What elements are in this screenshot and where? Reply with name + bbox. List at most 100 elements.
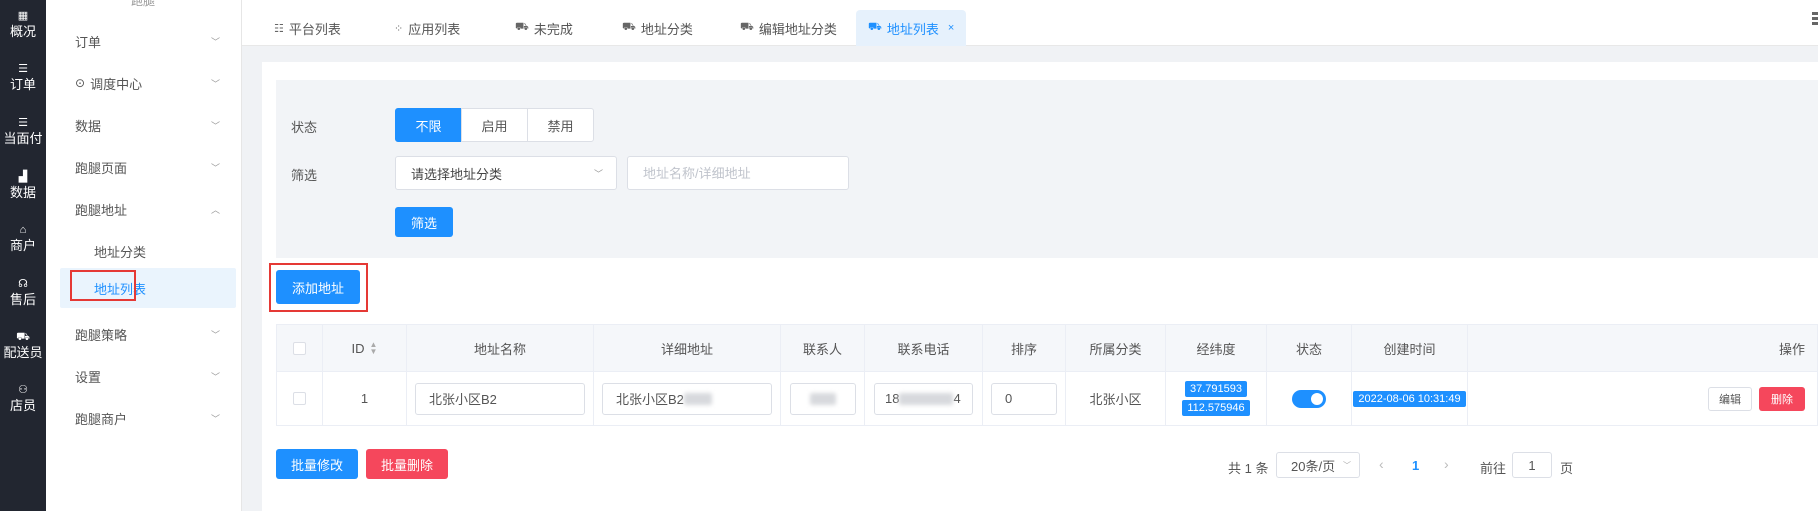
goto-page-input[interactable]: 1 bbox=[1512, 452, 1552, 478]
page-unit: 页 bbox=[1560, 461, 1574, 476]
page-size-select[interactable]: 20条/页 ﹀ bbox=[1276, 452, 1360, 478]
submenu-item-errand-address[interactable]: 跑腿地址 ︿ bbox=[46, 189, 242, 229]
chevron-down-icon: ﹀ bbox=[1343, 460, 1351, 470]
batch-delete-button[interactable]: 批量删除 bbox=[366, 449, 448, 479]
latitude-tag: 37.791593 bbox=[1185, 381, 1247, 397]
chevron-down-icon: ﹀ bbox=[593, 168, 603, 179]
row-coordinates: 37.791593 112.575946 bbox=[1166, 372, 1267, 425]
header-label: 所属分类 bbox=[1089, 341, 1142, 357]
submenu-label: 地址分类 bbox=[94, 244, 147, 260]
submenu-label: 跑腿商户 bbox=[75, 411, 128, 427]
batch-edit-button[interactable]: 批量修改 bbox=[276, 449, 358, 479]
icon-rail: ▦ 概况 ☰ 订单 ☰ 当面付 ▟ 数据 ⌂ 商户 ☊ 售后 ⛟ 配送员 ⚇ 店… bbox=[0, 0, 46, 511]
phone-input[interactable]: 18 4 bbox=[874, 382, 973, 415]
header-contact: 联系人 bbox=[781, 325, 865, 371]
category-select[interactable]: 请选择地址分类 ﹀ bbox=[395, 156, 617, 190]
redacted-text bbox=[899, 392, 954, 405]
header-actions: 操作 bbox=[1468, 325, 1818, 371]
tab-unfinished[interactable]: ⛟ 未完成 bbox=[503, 10, 585, 46]
row-detail: 北张小区B2 bbox=[594, 372, 781, 425]
chevron-down-icon: ﹀ bbox=[210, 36, 220, 47]
header-label: 联系电话 bbox=[897, 341, 950, 357]
address-detail-input[interactable]: 北张小区B2 bbox=[602, 382, 772, 415]
header-coordinates: 经纬度 bbox=[1166, 325, 1267, 371]
current-page[interactable]: 1 bbox=[1412, 458, 1419, 473]
submenu-label: 设置 bbox=[75, 369, 102, 385]
submenu-label: 数据 bbox=[75, 118, 102, 134]
submenu-item-errand-strategy[interactable]: 跑腿策略 ﹀ bbox=[46, 314, 242, 354]
pagination-total: 共 1 条 bbox=[1228, 461, 1269, 476]
submenu-subitem-address-category[interactable]: 地址分类 bbox=[46, 231, 242, 271]
rail-item-orders[interactable]: ☰ 订单 bbox=[0, 63, 46, 93]
prev-page-icon[interactable]: ‹ bbox=[1379, 456, 1384, 472]
scooter-icon: ⛟ bbox=[868, 21, 882, 33]
rail-item-data[interactable]: ▟ 数据 bbox=[0, 171, 46, 201]
filter-button[interactable]: 筛选 bbox=[395, 207, 453, 237]
submenu-label: 调度中心 bbox=[90, 76, 143, 92]
header-id[interactable]: ID ▲ ▼ bbox=[323, 325, 407, 371]
chevron-up-icon: ︿ bbox=[210, 204, 220, 215]
rail-label: 概况 bbox=[9, 24, 36, 39]
submenu: 跑腿 订单 ﹀ ⊙ 调度中心 ﹀ 数据 ﹀ 跑腿页面 ﹀ 跑腿地址 ︿ 地址分类… bbox=[46, 0, 242, 511]
rail-item-courier[interactable]: ⛟ 配送员 bbox=[0, 331, 46, 361]
scooter-icon: ⛟ bbox=[515, 21, 529, 33]
submenu-item-settings[interactable]: 设置 ﹀ bbox=[46, 356, 242, 396]
submenu-item-errand-merchant[interactable]: 跑腿商户 ﹀ bbox=[46, 398, 242, 438]
status-option-disabled[interactable]: 禁用 bbox=[527, 108, 594, 142]
contact-input[interactable] bbox=[789, 382, 856, 415]
submenu-item-orders[interactable]: 订单 ﹀ bbox=[46, 21, 242, 61]
rail-item-merchant[interactable]: ⌂ 商户 bbox=[0, 224, 46, 254]
table-row: 1 北张小区B2 北张小区B2 18 4 0 北张小区 37.791593 112… bbox=[276, 372, 1818, 426]
submenu-item-data[interactable]: 数据 ﹀ bbox=[46, 105, 242, 145]
checkbox[interactable] bbox=[293, 392, 306, 405]
rail-item-overview[interactable]: ▦ 概况 bbox=[0, 10, 46, 40]
tab-platform-list[interactable]: ☷ 平台列表 bbox=[262, 10, 353, 46]
search-input[interactable] bbox=[627, 156, 849, 190]
row-category: 北张小区 bbox=[1066, 372, 1166, 425]
sort-icon[interactable]: ▲ ▼ bbox=[370, 341, 378, 356]
redacted-text bbox=[809, 392, 836, 405]
rail-label: 售后 bbox=[9, 292, 36, 307]
more-menu-icon[interactable] bbox=[1812, 12, 1818, 26]
delete-button[interactable]: 删除 bbox=[1759, 386, 1805, 411]
submenu-item-errand-pages[interactable]: 跑腿页面 ﹀ bbox=[46, 147, 242, 187]
tab-address-list[interactable]: ⛟ 地址列表 × bbox=[856, 10, 967, 46]
highlight-box bbox=[70, 270, 136, 301]
status-option-all[interactable]: 不限 bbox=[395, 108, 462, 142]
edit-button[interactable]: 编辑 bbox=[1708, 386, 1752, 411]
row-phone: 18 4 bbox=[865, 372, 983, 425]
row-select[interactable] bbox=[277, 372, 323, 425]
header-label: ID bbox=[351, 340, 365, 356]
close-icon[interactable]: × bbox=[948, 22, 954, 34]
tab-edit-address-category[interactable]: ⛟ 编辑地址分类 bbox=[728, 10, 849, 46]
status-option-enabled[interactable]: 启用 bbox=[461, 108, 528, 142]
next-page-icon[interactable]: › bbox=[1444, 456, 1449, 472]
address-name-value: 北张小区B2 bbox=[429, 392, 497, 407]
rail-item-staff[interactable]: ⚇ 店员 bbox=[0, 384, 46, 414]
tab-label: 地址分类 bbox=[640, 21, 693, 37]
tab-app-list[interactable]: ⁘ 应用列表 bbox=[382, 10, 472, 46]
table-header: ID ▲ ▼ 地址名称 详细地址 联系人 联系电话 排序 所属分类 经纬度 状态 创… bbox=[276, 324, 1818, 372]
longitude-tag: 112.575946 bbox=[1182, 400, 1250, 416]
row-created: 2022-08-06 10:31:49 bbox=[1352, 372, 1468, 425]
highlight-box bbox=[269, 263, 368, 312]
header-label: 状态 bbox=[1295, 341, 1322, 357]
rail-item-face-pay[interactable]: ☰ 当面付 bbox=[0, 117, 46, 147]
checkbox[interactable] bbox=[293, 341, 306, 355]
tab-address-category[interactable]: ⛟ 地址分类 bbox=[610, 10, 705, 46]
sort-input[interactable]: 0 bbox=[991, 382, 1057, 415]
submenu-label: 订单 bbox=[75, 34, 102, 50]
header-select-all[interactable] bbox=[277, 325, 323, 371]
dashboard-icon: ▦ bbox=[17, 10, 29, 22]
rail-item-aftersale[interactable]: ☊ 售后 bbox=[0, 278, 46, 308]
location-icon: ⊙ bbox=[75, 76, 86, 90]
redacted-text bbox=[683, 392, 712, 405]
headset-icon: ☊ bbox=[18, 278, 28, 290]
address-name-input[interactable]: 北张小区B2 bbox=[415, 382, 585, 415]
filter-label: 筛选 bbox=[291, 168, 318, 183]
tab-label: 未完成 bbox=[533, 21, 573, 37]
rail-label: 商户 bbox=[9, 238, 36, 253]
submenu-item-dispatch[interactable]: ⊙ 调度中心 ﹀ bbox=[46, 63, 242, 103]
status-toggle[interactable] bbox=[1292, 389, 1326, 408]
header-label: 创建时间 bbox=[1383, 341, 1436, 357]
